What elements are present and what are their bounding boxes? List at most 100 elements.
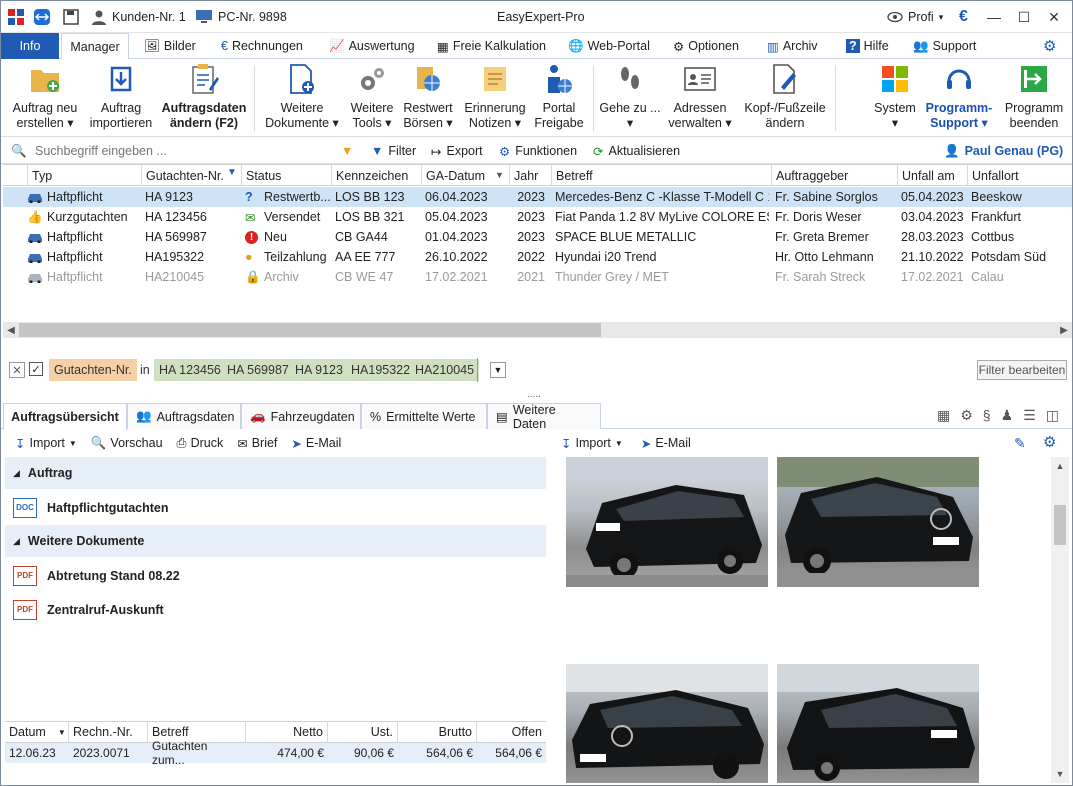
col-jahr[interactable]: Jahr xyxy=(509,165,551,186)
auftragsdaten-aendern-button[interactable]: Auftragsdaten ändern (F2) xyxy=(159,61,249,135)
tab-auftragsuebersicht[interactable]: Auftragsübersicht xyxy=(3,403,127,430)
person-icon[interactable]: ♟ xyxy=(1001,407,1014,424)
tab-ermittelte-werte[interactable]: % Ermittelte Werte xyxy=(361,403,487,429)
car-photo[interactable] xyxy=(566,664,768,783)
col-ust[interactable]: Ust. xyxy=(328,721,398,743)
weitere-tools-button[interactable]: Weitere Tools ▾ xyxy=(345,61,399,135)
tab-fahrzeugdaten[interactable]: 🚗 Fahrzeugdaten xyxy=(241,403,361,429)
vorschau-button[interactable]: 🔍 Vorschau xyxy=(91,436,163,451)
layout-icon[interactable]: ◫ xyxy=(1046,407,1059,424)
tab-info[interactable]: Info xyxy=(1,33,59,59)
brief-button[interactable]: ✉ Brief xyxy=(237,436,277,451)
save-icon[interactable] xyxy=(63,1,79,33)
col-auftraggeber[interactable]: Auftraggeber xyxy=(771,165,897,186)
scroll-thumb[interactable] xyxy=(19,323,601,337)
filter-value-chip[interactable]: HA195322 xyxy=(346,359,416,381)
table-row[interactable]: ! Haftpflicht HA 569987 Neu CB GA44 01.04.202… xyxy=(3,227,1072,247)
tab-rechnungen[interactable]: € Rechnungen xyxy=(221,33,303,59)
minimize-button[interactable]: — xyxy=(979,1,1009,33)
scroll-thumb[interactable] xyxy=(1054,505,1066,545)
gehe-zu-button[interactable]: Gehe zu ... ▾ xyxy=(597,61,663,135)
col-typ[interactable]: Typ xyxy=(27,165,141,186)
filter-value-chip[interactable]: HA 569987 xyxy=(222,359,294,381)
system-button[interactable]: System ▾ xyxy=(867,61,923,135)
filter-dropdown-icon[interactable]: ▼ xyxy=(490,362,506,378)
tab-auftragsdaten[interactable]: 👥 Auftragsdaten xyxy=(127,403,241,429)
portal-freigabe-button[interactable]: Portal Freigabe xyxy=(533,61,585,135)
table-row[interactable]: 🔒 Haftpflicht HA210045 Archiv CB WE 47 17.02.… xyxy=(3,267,1072,287)
table-row[interactable]: ● Haftpflicht HA195322 Teilzahlung AA EE 777… xyxy=(3,247,1072,267)
profile-menu[interactable]: Profi ▾ xyxy=(887,1,943,33)
tab-archiv[interactable]: ▥ Archiv xyxy=(767,33,818,59)
teamviewer-icon[interactable] xyxy=(33,1,51,33)
images-vertical-scrollbar[interactable]: ▲ ▼ xyxy=(1051,457,1069,783)
search-input[interactable] xyxy=(35,141,335,161)
col-status[interactable]: Status xyxy=(241,165,331,186)
maximize-button[interactable]: ☐ xyxy=(1009,1,1039,33)
tab-auswertung[interactable]: 📈 Auswertung xyxy=(329,33,415,59)
tab-manager[interactable]: Manager xyxy=(61,33,129,60)
col-betreff[interactable]: Betreff xyxy=(551,165,771,186)
tab-freie-kalkulation[interactable]: ▦ Freie Kalkulation xyxy=(437,33,546,59)
col-unfall-am[interactable]: Unfall am xyxy=(897,165,967,186)
paragraph-icon[interactable]: § xyxy=(983,407,991,424)
scroll-down-icon[interactable]: ▼ xyxy=(1051,765,1069,783)
clear-filter-icon[interactable]: ▼ xyxy=(341,138,353,164)
filter-value-chip[interactable]: HA 9123 xyxy=(290,359,348,381)
col-brutto[interactable]: Brutto xyxy=(398,721,477,743)
tab-weitere-daten[interactable]: ▤ Weitere Daten xyxy=(487,403,601,431)
currency-icon[interactable]: € xyxy=(959,1,968,33)
filter-bearbeiten-button[interactable]: Filter bearbeiten xyxy=(977,360,1067,380)
programm-beenden-button[interactable]: Programm beenden xyxy=(999,61,1069,135)
remove-filter-icon[interactable]: ✕ xyxy=(9,362,25,378)
filter-field-chip[interactable]: Gutachten-Nr. xyxy=(49,359,137,381)
document-item[interactable]: PDF Abtretung Stand 08.22 xyxy=(5,559,546,593)
filter-operator[interactable]: in xyxy=(135,359,155,381)
tab-support[interactable]: 👥 Support xyxy=(913,33,976,59)
tab-optionen[interactable]: ⚙ Optionen xyxy=(673,33,739,59)
import-button[interactable]: ↧ Import ▼ xyxy=(15,436,77,451)
image-email-button[interactable]: ➤ E-Mail xyxy=(641,436,691,451)
programm-support-button[interactable]: Programm- Support ▾ xyxy=(923,61,995,135)
col-netto[interactable]: Netto xyxy=(246,721,328,743)
filter-button[interactable]: ▼ Filter xyxy=(371,138,416,164)
weitere-dokumente-button[interactable]: Weitere Dokumente ▾ xyxy=(259,61,345,135)
auftrag-neu-button[interactable]: Auftrag neu erstellen ▾ xyxy=(7,61,83,135)
table-row[interactable]: 👍 ✉ Kurzgutachten HA 123456 Versendet LOS BB … xyxy=(3,207,1072,227)
tab-hilfe[interactable]: ? Hilfe xyxy=(846,33,889,59)
car-photo[interactable] xyxy=(777,664,979,783)
group-auftrag[interactable]: ◢ Auftrag xyxy=(5,457,546,489)
image-import-button[interactable]: ↧ Import ▼ xyxy=(561,436,623,451)
horizontal-scrollbar[interactable]: ◀ ▶ xyxy=(3,322,1072,338)
auftrag-importieren-button[interactable]: Auftrag importieren xyxy=(85,61,157,135)
splitter-grip[interactable]: ..... xyxy=(527,389,541,400)
filter-value-chip[interactable]: HA 123456 xyxy=(154,359,226,381)
image-settings-gear-icon[interactable]: ⚙ xyxy=(1043,433,1056,451)
gear-icon[interactable]: ⚙ xyxy=(960,407,973,424)
tab-web-portal[interactable]: 🌐 Web-Portal xyxy=(568,33,650,59)
druck-button[interactable]: ⎙ Druck xyxy=(177,436,224,451)
document-item[interactable]: DOC Haftpflichtgutachten xyxy=(5,491,546,525)
car-photo[interactable] xyxy=(566,457,768,587)
close-button[interactable]: ✕ xyxy=(1039,1,1069,33)
group-weitere-dokumente[interactable]: ◢ Weitere Dokumente xyxy=(5,525,546,557)
edit-pencil-icon[interactable]: ✎ xyxy=(1014,435,1026,452)
filter-enabled-checkbox[interactable]: ✓ xyxy=(29,362,43,376)
col-offen[interactable]: Offen xyxy=(477,721,546,743)
calculator-icon[interactable]: ▦ xyxy=(937,407,950,424)
filter-value-chip[interactable]: HA210045 xyxy=(410,359,480,381)
settings-gear-icon[interactable]: ⚙ xyxy=(1043,33,1056,59)
scroll-right-icon[interactable]: ▶ xyxy=(1056,322,1072,338)
col-unfallort[interactable]: Unfallort xyxy=(967,165,1072,186)
list-icon[interactable]: ☰ xyxy=(1023,407,1036,424)
export-button[interactable]: ↦ Export xyxy=(431,138,483,164)
adressen-verwalten-button[interactable]: Adressen verwalten ▾ xyxy=(665,61,735,135)
table-row[interactable]: ? Haftpflicht HA 9123 Restwertb... LOS BB 12… xyxy=(3,187,1072,207)
car-photo[interactable] xyxy=(777,457,979,587)
document-item[interactable]: PDF Zentralruf-Auskunft xyxy=(5,593,546,627)
kopf-fusszeile-button[interactable]: Kopf-/Fußzeile ändern xyxy=(739,61,831,135)
restwert-boersen-button[interactable]: Restwert Börsen ▾ xyxy=(401,61,455,135)
email-button[interactable]: ➤ E-Mail xyxy=(291,436,341,451)
scroll-left-icon[interactable]: ◀ xyxy=(3,322,19,338)
col-datum[interactable]: Datum ▼ xyxy=(5,721,69,743)
